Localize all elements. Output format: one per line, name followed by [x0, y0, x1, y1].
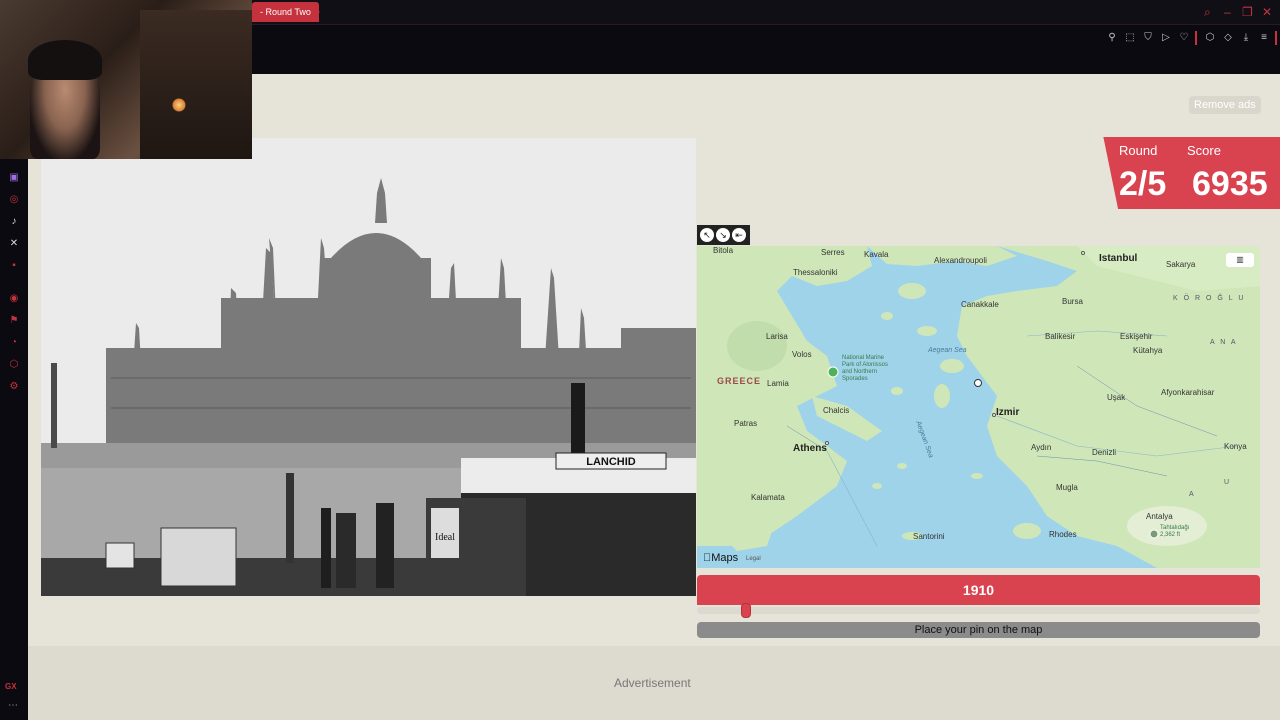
- round-label: Round: [1119, 143, 1158, 158]
- map-label: Izmir: [996, 407, 1020, 418]
- sign-lanchid: LANCHID: [586, 456, 636, 468]
- map-label: K Ö R O Ğ L U: [1173, 295, 1246, 302]
- twitch-icon[interactable]: ▣: [7, 171, 21, 185]
- map-label: A: [1189, 491, 1196, 498]
- round-value: 2/5: [1119, 165, 1167, 203]
- map-label: Rhodes: [1049, 530, 1077, 539]
- map-label: A N A: [1210, 339, 1238, 346]
- toolbar-separator: [1195, 31, 1197, 45]
- shrink-map-icon[interactable]: ↘: [716, 228, 730, 242]
- map-label: Uşak: [1107, 393, 1126, 402]
- city-marker: [992, 413, 996, 417]
- tiktok-icon[interactable]: ♪: [7, 215, 21, 229]
- map-label: Afyonkarahisar: [1161, 388, 1215, 397]
- map-label: Serres: [821, 248, 845, 257]
- webcam-shelf: [140, 10, 252, 159]
- map-label: Kavala: [864, 250, 889, 259]
- restore-icon[interactable]: ❐: [1242, 4, 1253, 20]
- map-label: Aegean Sea: [928, 347, 967, 354]
- map-label: Kalamata: [751, 493, 785, 502]
- map-label: Canakkale: [961, 300, 999, 309]
- map-label: Thessaloniki: [793, 268, 838, 277]
- map-label: Athens: [793, 443, 827, 454]
- map-label: National Marine Park of Alonissos and No…: [842, 355, 889, 382]
- map-label: Mugla: [1056, 483, 1078, 492]
- map-layers-button[interactable]: ▥: [1226, 253, 1254, 267]
- pin-icon[interactable]: ⚲: [1106, 32, 1118, 44]
- advertisement-label: Advertisement: [614, 676, 691, 690]
- play-circle-icon[interactable]: ◉: [7, 292, 21, 306]
- map-label: Bursa: [1062, 297, 1083, 306]
- map-label: Antalya: [1146, 512, 1173, 521]
- youtube-icon[interactable]: ▪: [7, 259, 21, 273]
- history-icon[interactable]: ◔: [7, 336, 21, 350]
- cube-icon[interactable]: ◇: [1222, 32, 1234, 44]
- sign-ideal: Ideal: [435, 532, 455, 543]
- webcam-person-hair: [28, 40, 102, 80]
- year-slider-track[interactable]: [697, 607, 1260, 614]
- download-icon[interactable]: ⤓: [1240, 32, 1252, 44]
- play-icon[interactable]: ▷: [1160, 32, 1172, 44]
- minimize-icon[interactable]: –: [1224, 4, 1231, 20]
- historical-photo: LANCHID Ideal: [41, 138, 696, 596]
- extensions-icon[interactable]: ⬡: [1204, 32, 1216, 44]
- bookmark-icon[interactable]: ⚑: [7, 314, 21, 328]
- score-panel: Round Score 2/5 6935: [1103, 137, 1280, 209]
- browser-tab-active[interactable]: - Round Two: [252, 2, 319, 22]
- city-marker: [1081, 251, 1085, 255]
- map-label: Tahtalıdağı 2,362 ft: [1160, 525, 1190, 538]
- menu-icon[interactable]: ≡: [1258, 32, 1270, 44]
- map-label: Sakarya: [1166, 260, 1196, 269]
- webcam-lamp: [172, 98, 186, 112]
- settings-icon[interactable]: ⚙: [7, 380, 21, 394]
- map-label: Chalcis: [823, 406, 850, 415]
- remove-ads-button[interactable]: Remove ads: [1189, 96, 1261, 114]
- map-label: Denizli: [1092, 448, 1117, 457]
- map-label: Santorini: [913, 532, 945, 541]
- more-options-icon[interactable]: ⋯: [8, 700, 18, 711]
- map-label: Larisa: [766, 332, 788, 341]
- year-display: 1910: [697, 575, 1260, 605]
- place-pin-button[interactable]: Place your pin on the map: [697, 622, 1260, 638]
- x-icon[interactable]: ✕: [7, 237, 21, 251]
- webcam-overlay: [0, 0, 252, 159]
- close-icon[interactable]: ✕: [1262, 4, 1272, 20]
- map-label: Lamia: [767, 379, 789, 388]
- toolbar-separator: [1275, 31, 1277, 45]
- gx-logo[interactable]: GX: [5, 682, 17, 691]
- map-label: U: [1224, 479, 1232, 486]
- maps-legal-link[interactable]: Legal: [746, 556, 761, 562]
- expand-map-icon[interactable]: ↖: [700, 228, 714, 242]
- year-slider-thumb[interactable]: [740, 603, 751, 618]
- heart-icon[interactable]: ♡: [1178, 32, 1190, 44]
- search-icon[interactable]: ⌕: [1204, 4, 1211, 20]
- score-value: 6935: [1192, 165, 1268, 203]
- map-label: GREECE: [717, 376, 762, 386]
- score-label: Score: [1187, 143, 1221, 158]
- mouse-cursor: [974, 379, 982, 387]
- map-label: Istanbul: [1099, 253, 1138, 264]
- map-label: Patras: [734, 419, 758, 428]
- map-controls: ↖ ↘ ⇤: [697, 225, 750, 245]
- snapshot-icon[interactable]: ⬚: [1124, 32, 1136, 44]
- map-label: Volos: [792, 350, 812, 359]
- extensions-icon[interactable]: ⬡: [7, 358, 21, 372]
- new-tab-button[interactable]: +: [313, 3, 321, 21]
- pin-map-icon[interactable]: ⇤: [732, 228, 746, 242]
- map-label: Eskişehir: [1120, 332, 1153, 341]
- apple-maps-logo: Maps: [703, 552, 738, 564]
- map-label: Bitola: [713, 246, 734, 255]
- instagram-icon[interactable]: ◎: [7, 193, 21, 207]
- map-label: Kütahya: [1133, 346, 1163, 355]
- guess-map[interactable]: Bitola Serres Kavala Alexandroupoli Ista…: [697, 246, 1260, 568]
- map-label: Konya: [1224, 442, 1247, 451]
- map-label: Balikesir: [1045, 332, 1076, 341]
- shield-icon[interactable]: ⛉: [1142, 32, 1154, 44]
- city-marker: [825, 441, 829, 445]
- map-label: Aydın: [1031, 443, 1052, 452]
- map-label: Alexandroupoli: [934, 256, 987, 265]
